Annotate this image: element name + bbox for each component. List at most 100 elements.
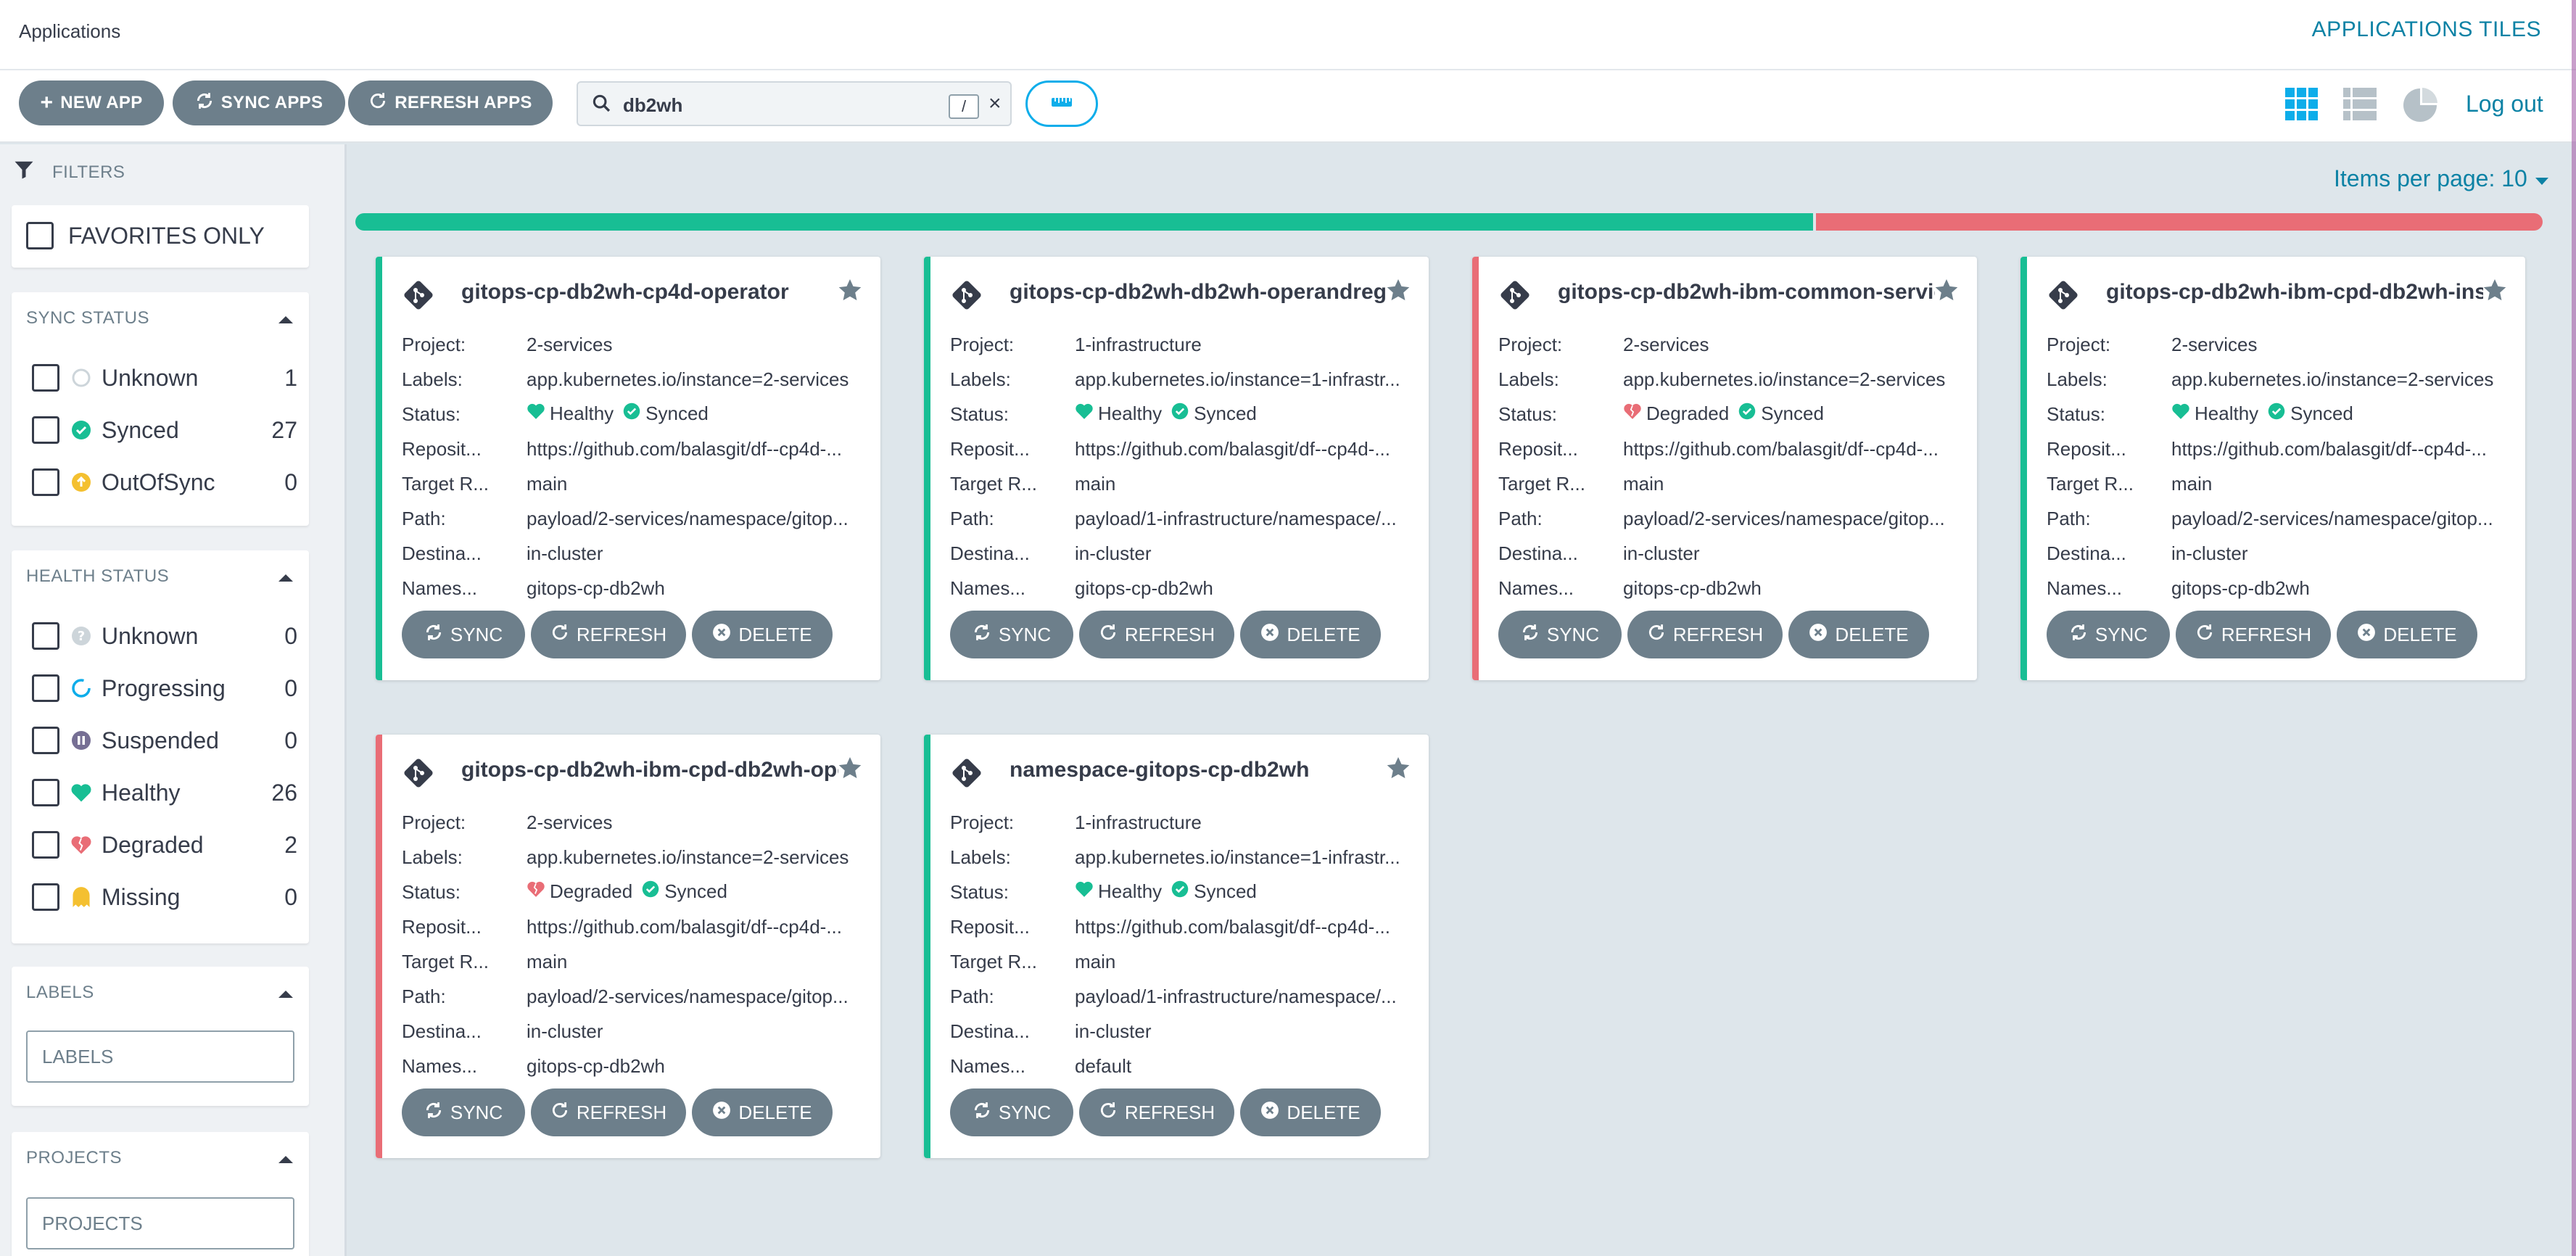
card-refresh-button[interactable]: REFRESH (2176, 611, 2331, 658)
sync-label: SYNC (998, 623, 1052, 645)
card-delete-button[interactable]: DELETE (1788, 611, 1929, 658)
times-circle-icon (1260, 1101, 1279, 1125)
git-icon (2047, 278, 2080, 315)
field-value-project: 2-services (527, 811, 613, 833)
card-delete-button[interactable]: DELETE (2337, 611, 2477, 658)
collapse-caret-icon[interactable] (277, 1154, 294, 1168)
card-sync-button[interactable]: SYNC (950, 611, 1073, 658)
logout-link[interactable]: Log out (2466, 91, 2543, 117)
favorite-star-icon[interactable] (1385, 277, 1411, 307)
collapse-caret-icon[interactable] (277, 988, 294, 1002)
filter-health-unknown[interactable]: ? Unknown 0 (32, 620, 297, 652)
application-card[interactable]: namespace-gitops-cp-db2wh Project: 1-infra… (924, 735, 1429, 1158)
filters-header[interactable]: FILTERS (13, 159, 125, 186)
checkbox[interactable] (32, 831, 59, 859)
refresh-apps-button[interactable]: REFRESH APPS (348, 80, 553, 125)
filter-health-healthy[interactable]: Healthy 26 (32, 777, 297, 809)
favorite-star-icon[interactable] (2482, 277, 2508, 307)
field-value-labels: app.kubernetes.io/instance=1-infrastr... (1075, 846, 1400, 868)
field-label-repository: Reposit... (402, 438, 482, 460)
checkbox[interactable] (32, 779, 59, 806)
card-refresh-button[interactable]: REFRESH (1079, 611, 1234, 658)
search-input[interactable]: db2wh (623, 94, 682, 117)
items-per-page-dropdown[interactable]: Items per page: 10 (2334, 165, 2550, 192)
favorite-star-icon[interactable] (837, 277, 863, 307)
list-view-icon[interactable] (2342, 87, 2377, 125)
app-name[interactable]: gitops-cp-db2wh-ibm-cpd-db2wh-ope (461, 758, 838, 782)
app-name[interactable]: gitops-cp-db2wh-cp4d-operator (461, 280, 838, 305)
card-sync-button[interactable]: SYNC (1498, 611, 1622, 658)
field-value-project: 1-infrastructure (1075, 811, 1202, 833)
filter-health-progressing[interactable]: Progressing 0 (32, 672, 297, 704)
toolbar: + NEW APP SYNC APPS REFRESH APPS db2wh /… (0, 70, 2576, 143)
favorites-only-checkbox[interactable]: FAVORITES ONLY (26, 220, 292, 252)
times-circle-icon (712, 623, 731, 647)
favorite-star-icon[interactable] (837, 755, 863, 785)
breadcrumb[interactable]: Applications (19, 20, 120, 43)
field-label-target: Target R... (1498, 473, 1585, 495)
application-card[interactable]: gitops-cp-db2wh-ibm-common-servic Project… (1472, 257, 1977, 680)
card-sync-button[interactable]: SYNC (402, 611, 525, 658)
projects-filter-input[interactable]: PROJECTS (26, 1197, 294, 1249)
application-card[interactable]: gitops-cp-db2wh-ibm-cpd-db2wh-inst Projec… (2020, 257, 2525, 680)
checkbox[interactable] (26, 222, 54, 249)
field-label-project: Project: (950, 334, 1015, 355)
times-circle-icon (1260, 623, 1279, 647)
field-value-target: main (2171, 473, 2213, 495)
filter-health-missing[interactable]: Missing 0 (32, 881, 297, 913)
filter-health-suspended[interactable]: Suspended 0 (32, 724, 297, 756)
application-card[interactable]: gitops-cp-db2wh-db2wh-operandreg-s Projec… (924, 257, 1429, 680)
checkbox[interactable] (32, 674, 59, 702)
checkbox[interactable] (32, 468, 59, 496)
app-name[interactable]: namespace-gitops-cp-db2wh (1010, 758, 1387, 782)
card-refresh-button[interactable]: REFRESH (1627, 611, 1783, 658)
app-name[interactable]: gitops-cp-db2wh-ibm-common-servic (1558, 280, 1935, 305)
checkbox[interactable] (32, 727, 59, 754)
card-refresh-button[interactable]: REFRESH (1079, 1088, 1234, 1136)
field-label-status: Status: (950, 881, 1009, 903)
card-refresh-button[interactable]: REFRESH (531, 1088, 686, 1136)
app-name[interactable]: gitops-cp-db2wh-ibm-cpd-db2wh-inst (2106, 280, 2483, 305)
filter-sync-synced[interactable]: Synced 27 (32, 414, 297, 446)
filter-health-degraded[interactable]: Degraded 2 (32, 829, 297, 861)
sync-apps-button[interactable]: SYNC APPS (173, 80, 345, 125)
checkbox[interactable] (32, 364, 59, 392)
checkbox[interactable] (32, 883, 59, 911)
field-value-destination: in-cluster (527, 1020, 603, 1042)
search-box[interactable]: db2wh / × (577, 81, 1012, 126)
health-status-text: Healthy (2195, 402, 2259, 424)
new-app-button[interactable]: + NEW APP (19, 80, 164, 125)
card-delete-button[interactable]: DELETE (692, 611, 833, 658)
checkbox[interactable] (32, 416, 59, 444)
card-refresh-button[interactable]: REFRESH (531, 611, 686, 658)
collapse-caret-icon[interactable] (277, 572, 294, 586)
filter-sync-unknown[interactable]: Unknown 1 (32, 362, 297, 394)
application-card[interactable]: gitops-cp-db2wh-ibm-cpd-db2wh-ope Project… (376, 735, 880, 1158)
new-app-label: NEW APP (60, 93, 143, 112)
heart-icon (2171, 402, 2190, 425)
card-delete-button[interactable]: DELETE (1240, 611, 1381, 658)
card-delete-button[interactable]: DELETE (1240, 1088, 1381, 1136)
card-sync-button[interactable]: SYNC (950, 1088, 1073, 1136)
card-delete-button[interactable]: DELETE (692, 1088, 833, 1136)
circle-outline-icon (68, 367, 94, 389)
field-label-status: Status: (2047, 403, 2105, 425)
tiles-view-icon[interactable] (2284, 87, 2319, 125)
check-circle-icon (1171, 402, 1189, 426)
checkbox[interactable] (32, 622, 59, 650)
card-sync-button[interactable]: SYNC (2047, 611, 2170, 658)
favorite-star-icon[interactable] (1385, 755, 1411, 785)
filter-sync-outofsync[interactable]: OutOfSync 0 (32, 466, 297, 498)
clear-search-icon[interactable]: × (988, 91, 1002, 116)
application-card[interactable]: gitops-cp-db2wh-cp4d-operator Project: 2-s… (376, 257, 880, 680)
refresh-icon (1099, 623, 1118, 647)
collapse-caret-icon[interactable] (277, 314, 294, 328)
sync-icon (1521, 623, 1540, 647)
summary-view-icon[interactable] (2402, 87, 2438, 127)
field-value-path: payload/1-infrastructure/namespace/... (1075, 508, 1397, 529)
card-sync-button[interactable]: SYNC (402, 1088, 525, 1136)
app-name[interactable]: gitops-cp-db2wh-db2wh-operandreg-s (1010, 280, 1387, 305)
filters-toggle-button[interactable] (1025, 80, 1098, 127)
favorite-star-icon[interactable] (1933, 277, 1960, 307)
labels-filter-input[interactable]: LABELS (26, 1030, 294, 1083)
